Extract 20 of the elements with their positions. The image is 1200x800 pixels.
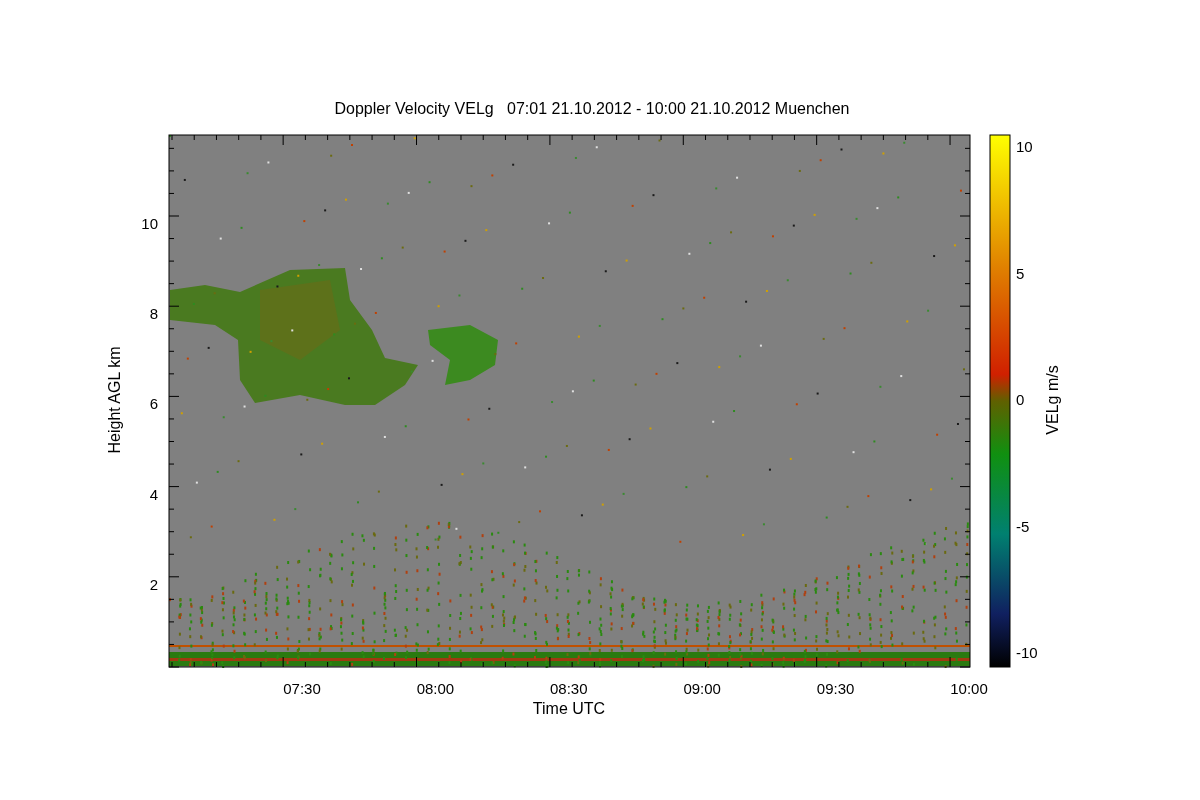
y-axis-label: Height AGL km xyxy=(106,346,123,454)
y-tick-label: 10 xyxy=(141,215,158,232)
colorbar-tick-label: 0 xyxy=(1016,391,1025,408)
chart-title: Doppler Velocity VELg 07:01 21.10.2012 - 10:00 21.10.2012 Muenchen xyxy=(334,100,850,117)
x-tick-label: 07:30 xyxy=(283,680,321,697)
x-tick-label: 08:30 xyxy=(550,680,588,697)
y-tick-label: 6 xyxy=(149,395,158,413)
colorbar-label: VELg m/s xyxy=(1044,365,1061,435)
colorbar-tick-label: -5 xyxy=(1016,517,1030,535)
colorbar-tick-label: 10 xyxy=(1016,138,1033,155)
x-tick-label: 08:00 xyxy=(416,680,455,697)
y-tick-label: 2 xyxy=(149,575,158,593)
x-tick-label: 10:00 xyxy=(950,680,988,697)
x-axis-label: Time UTC xyxy=(532,700,606,717)
y-tick-label: 4 xyxy=(149,485,158,503)
x-tick-label: 09:30 xyxy=(816,680,855,697)
x-tick-label: 09:00 xyxy=(683,680,721,697)
colorbar-tick-label: -10 xyxy=(1016,644,1038,661)
y-tick-label: 8 xyxy=(149,305,158,323)
colorbar-tick-label: 5 xyxy=(1016,264,1025,282)
